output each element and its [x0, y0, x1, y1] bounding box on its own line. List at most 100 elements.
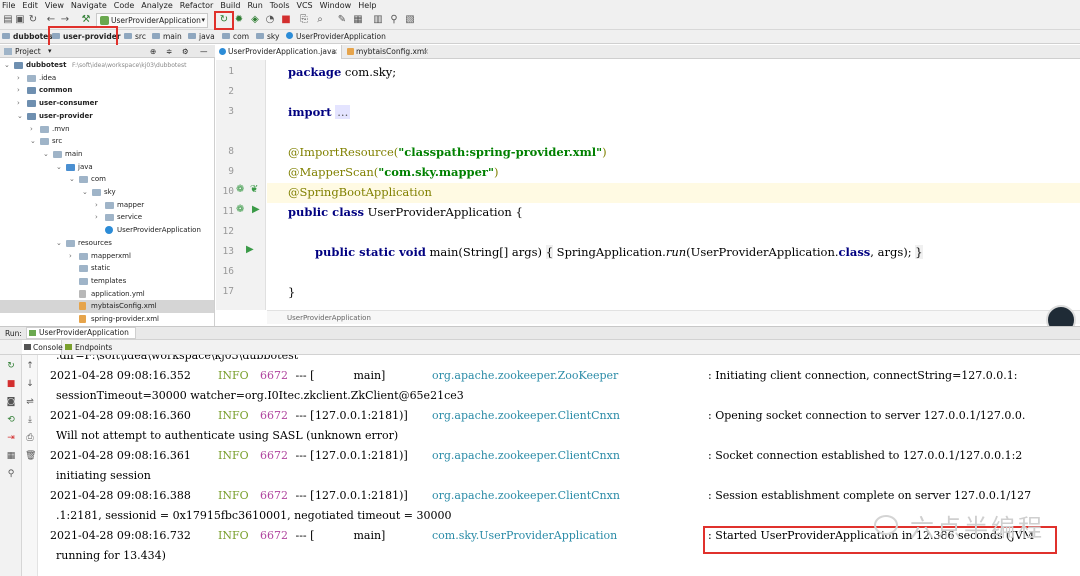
- tree-item-static[interactable]: static: [0, 262, 214, 275]
- log-logger[interactable]: org.apache.zookeeper.ZooKeeper: [432, 369, 618, 382]
- scroll-end-icon[interactable]: ⤓: [25, 415, 35, 425]
- tab-mybtaisconfig-xml[interactable]: mybtaisConfig.xml ×: [344, 45, 432, 59]
- chevron-down-icon[interactable]: ⌄: [56, 161, 64, 174]
- rerun-icon[interactable]: ↻: [218, 14, 230, 26]
- tab-endpoints[interactable]: Endpoints: [64, 340, 112, 355]
- menu-item-build[interactable]: Build: [220, 1, 240, 10]
- run-gutter-icon[interactable]: ▶: [252, 204, 260, 215]
- menu-item-vcs[interactable]: VCS: [297, 1, 313, 10]
- breadcrumb-item-module[interactable]: user-provider: [52, 30, 121, 44]
- stop-icon[interactable]: ■: [6, 379, 16, 389]
- attach-icon[interactable]: ⎘: [298, 14, 310, 26]
- close-icon[interactable]: ×: [332, 45, 338, 59]
- tree-item-mapperxml[interactable]: › mapperxml: [0, 250, 214, 263]
- chevron-right-icon[interactable]: ›: [95, 199, 103, 212]
- log-logger[interactable]: org.apache.zookeeper.ClientCnxn: [432, 489, 620, 502]
- tree-item-userproviderapplication[interactable]: UserProviderApplication: [0, 224, 214, 237]
- log-logger[interactable]: org.apache.zookeeper.ClientCnxn: [432, 409, 620, 422]
- log-logger[interactable]: com.sky.UserProviderApplication: [432, 529, 617, 542]
- tree-item-common[interactable]: › common: [0, 84, 214, 97]
- breadcrumb-item-com[interactable]: com: [222, 30, 249, 44]
- tree-item-sky[interactable]: ⌄ sky: [0, 186, 214, 199]
- layout-icon[interactable]: ▥: [372, 14, 384, 26]
- tree-item-src[interactable]: ⌄ src: [0, 135, 214, 148]
- project-view-select[interactable]: Project: [15, 45, 41, 58]
- close-icon[interactable]: ×: [423, 45, 429, 59]
- down-arrow-icon[interactable]: ↓: [25, 379, 35, 389]
- chevron-down-icon[interactable]: ⌄: [17, 110, 25, 123]
- breadcrumb-item-project[interactable]: dubbotest: [2, 30, 56, 44]
- collapse-icon[interactable]: ≑: [166, 45, 172, 58]
- menu-item-edit[interactable]: Edit: [22, 1, 38, 10]
- bean-icon[interactable]: ❁: [236, 184, 244, 195]
- tree-item--idea[interactable]: › .idea: [0, 72, 214, 85]
- tree-item--mvn[interactable]: › .mvn: [0, 123, 214, 136]
- profile-icon[interactable]: ◔: [264, 14, 276, 26]
- run-gutter-icon[interactable]: ▶: [246, 244, 254, 255]
- chevron-down-icon[interactable]: ⌄: [69, 173, 77, 186]
- menu-item-analyze[interactable]: Analyze: [141, 1, 173, 10]
- project-structure-icon[interactable]: ▦: [352, 14, 364, 26]
- layout-icon[interactable]: ▦: [6, 451, 16, 461]
- breadcrumb-item-class[interactable]: UserProviderApplication: [286, 30, 386, 44]
- gear-icon[interactable]: ⚙: [182, 45, 189, 58]
- tree-item-java[interactable]: ⌄ java: [0, 161, 214, 174]
- chevron-right-icon[interactable]: ›: [17, 84, 25, 97]
- chevron-right-icon[interactable]: ›: [17, 72, 25, 85]
- folded-imports[interactable]: ...: [335, 105, 351, 119]
- exit-icon[interactable]: ⇥: [6, 433, 16, 443]
- chevron-right-icon[interactable]: ›: [30, 123, 38, 136]
- pin-icon[interactable]: ⚲: [6, 469, 16, 479]
- camera-icon[interactable]: ◙: [6, 397, 16, 407]
- scope-icon[interactable]: ⊕: [150, 45, 156, 58]
- menu-item-code[interactable]: Code: [114, 1, 134, 10]
- tree-item-user-provider[interactable]: ⌄ user-provider: [0, 110, 214, 123]
- save-icon[interactable]: ▣: [14, 14, 26, 26]
- open-icon[interactable]: ▤: [2, 14, 14, 26]
- spring-icon[interactable]: ❦: [250, 184, 258, 195]
- menu-item-file[interactable]: File: [2, 1, 15, 10]
- menu-item-help[interactable]: Help: [358, 1, 376, 10]
- menu-item-window[interactable]: Window: [320, 1, 352, 10]
- run-config-select[interactable]: UserProviderApplication ▾: [96, 13, 208, 28]
- tree-item-main[interactable]: ⌄ main: [0, 148, 214, 161]
- tree-item-service[interactable]: › service: [0, 211, 214, 224]
- chevron-right-icon[interactable]: ›: [95, 211, 103, 224]
- task-icon[interactable]: ▧: [404, 14, 416, 26]
- bean-icon[interactable]: ❁: [236, 204, 244, 215]
- chevron-right-icon[interactable]: ›: [17, 97, 25, 110]
- search-structure-icon[interactable]: ⌕: [314, 14, 326, 26]
- menu-item-run[interactable]: Run: [247, 1, 262, 10]
- breadcrumb-item-java[interactable]: java: [188, 30, 215, 44]
- back-icon[interactable]: ←: [45, 14, 57, 26]
- stop-icon[interactable]: ■: [280, 14, 292, 26]
- coverage-icon[interactable]: ◈: [249, 14, 261, 26]
- search-icon[interactable]: ⚲: [388, 14, 400, 26]
- chevron-right-icon[interactable]: ›: [69, 250, 77, 263]
- tab-console[interactable]: Console: [22, 340, 63, 354]
- chevron-down-icon[interactable]: ⌄: [56, 237, 64, 250]
- menu-item-refactor[interactable]: Refactor: [180, 1, 214, 10]
- chevron-down-icon[interactable]: ⌄: [43, 148, 51, 161]
- trash-icon[interactable]: 🗑: [25, 451, 36, 461]
- menu-item-view[interactable]: View: [45, 1, 64, 10]
- tree-item-mybtaisconfig-xml[interactable]: mybtaisConfig.xml: [0, 300, 214, 314]
- settings-icon[interactable]: ✎: [336, 14, 348, 26]
- breadcrumb-item-src[interactable]: src: [124, 30, 146, 44]
- run-config-tab[interactable]: UserProviderApplication: [26, 327, 136, 339]
- chevron-down-icon[interactable]: ⌄: [30, 135, 38, 148]
- chevron-down-icon[interactable]: ⌄: [82, 186, 90, 199]
- debug-icon[interactable]: ✹: [233, 14, 245, 26]
- log-logger[interactable]: org.apache.zookeeper.ClientCnxn: [432, 449, 620, 462]
- menu-item-tools[interactable]: Tools: [270, 1, 290, 10]
- chevron-down-icon[interactable]: ▾: [48, 45, 52, 58]
- tree-item-dubbotest[interactable]: ⌄ dubbotest F:\soft\idea\workspace\kj03\du…: [0, 59, 214, 72]
- tree-item-spring-provider-xml[interactable]: spring-provider.xml: [0, 313, 214, 326]
- code-editor[interactable]: package com.sky; import ... @ImportResou…: [267, 60, 1080, 310]
- tree-item-templates[interactable]: templates: [0, 275, 214, 288]
- tree-item-user-consumer[interactable]: › user-consumer: [0, 97, 214, 110]
- hide-icon[interactable]: —: [200, 45, 208, 58]
- tree-item-mapper[interactable]: › mapper: [0, 199, 214, 212]
- build-hammer-icon[interactable]: ⚒: [80, 14, 92, 26]
- chevron-down-icon[interactable]: ⌄: [4, 59, 12, 72]
